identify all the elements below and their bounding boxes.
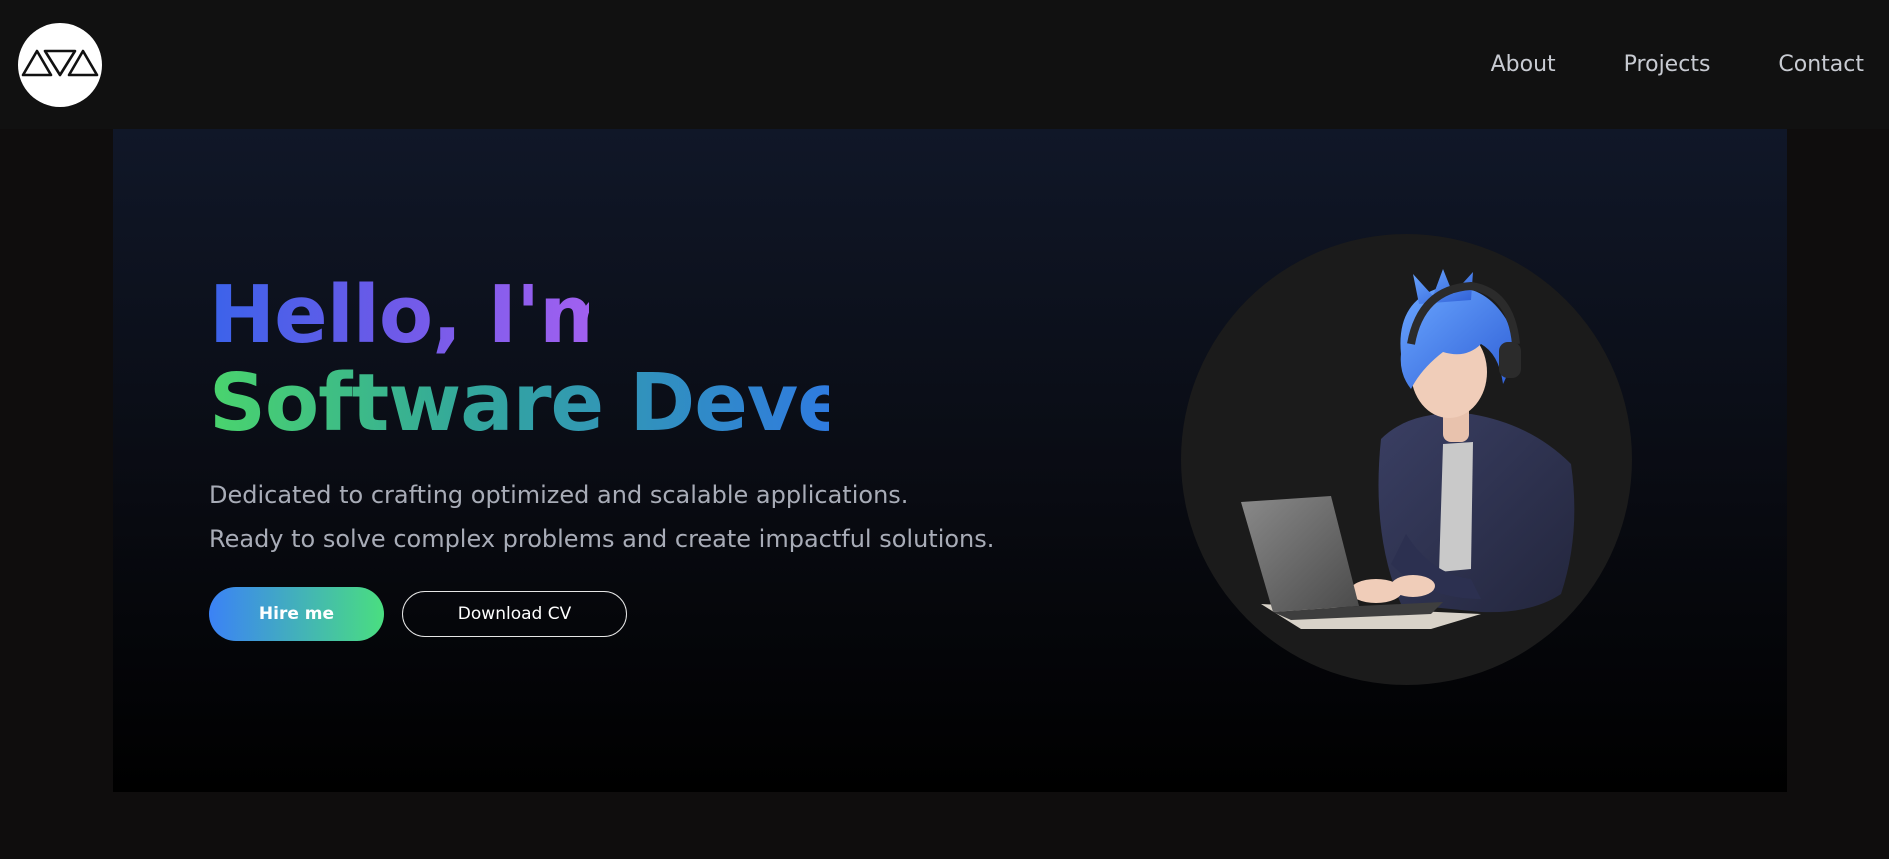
hire-me-button[interactable]: Hire me [209, 587, 384, 641]
developer-illustration [1241, 269, 1575, 629]
logo[interactable] [18, 23, 102, 107]
logo-triangles-icon [21, 49, 99, 77]
hero-description-line: Dedicated to crafting optimized and scal… [209, 481, 909, 509]
hero-section: Hello, I'm Software Devel Dedicated to c… [113, 129, 1787, 792]
avatar [1181, 234, 1632, 685]
hero-description-line: Ready to solve complex problems and crea… [209, 525, 995, 553]
nav-link-projects[interactable]: Projects [1624, 52, 1711, 77]
hero-title: Hello, I'm Software Devel [209, 269, 877, 449]
hero-description: Dedicated to crafting optimized and scal… [209, 473, 994, 561]
nav-link-contact[interactable]: Contact [1778, 52, 1864, 77]
hero-title-role: Software Devel [209, 357, 877, 449]
download-cv-button[interactable]: Download CV [402, 591, 627, 637]
hero-title-greeting: Hello, I'm [209, 269, 622, 361]
navbar: About Projects Contact [0, 0, 1889, 129]
nav-link-about[interactable]: About [1491, 52, 1556, 77]
nav-links: About Projects Contact [1423, 0, 1864, 129]
